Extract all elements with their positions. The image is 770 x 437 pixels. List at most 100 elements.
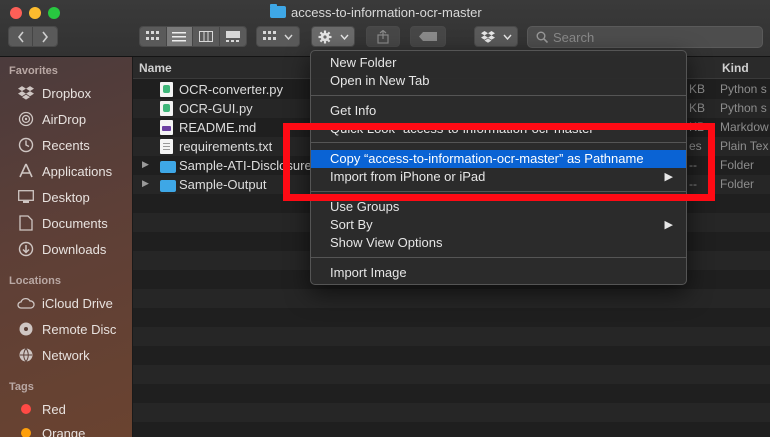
share-button[interactable] [366,26,400,47]
menu-item-label: Sort By [330,217,373,232]
action-button[interactable] [311,26,355,47]
empty-row [133,403,770,422]
list-view-button[interactable] [166,27,193,46]
sidebar-item-label: Red [42,401,66,417]
applications-icon [16,163,36,179]
sidebar-item-tag-red[interactable]: Red [16,399,66,419]
menu-item-open-in-new-tab[interactable]: Open in New Tab [311,72,686,90]
text-file-icon [160,139,173,154]
file-name: OCR-GUI.py [179,101,253,116]
dropbox-icon [16,86,36,100]
kind-column-header[interactable]: Kind [722,61,749,75]
favorites-header: Favorites [9,65,58,77]
folder-icon [270,4,286,18]
sidebar-item-recents[interactable]: Recents [16,135,90,155]
toolbar: access-to-information-ocr-master Search [0,0,770,57]
menu-separator [311,142,686,143]
sidebar-item-airdrop[interactable]: AirDrop [16,109,86,129]
python-file-icon [160,101,173,116]
file-kind: Markdow [720,120,769,134]
chevron-down-icon [339,34,349,40]
file-size: -- [689,177,697,191]
menu-item-import-from-iphone[interactable]: Import from iPhone or iPad ▶ [311,168,686,186]
dropbox-toolbar-button[interactable] [474,26,518,47]
minimize-window-button[interactable] [29,7,41,19]
tag-icon [419,32,437,41]
menu-item-copy-as-pathname[interactable]: Copy “access-to-information-ocr-master” … [311,150,686,168]
menu-item-show-view-options[interactable]: Show View Options [311,234,686,252]
navigation-buttons [8,26,58,47]
submenu-arrow-icon: ▶ [664,171,673,183]
file-name: OCR-converter.py [179,82,284,97]
sidebar-item-label: AirDrop [42,111,87,127]
menu-item-sort-by[interactable]: Sort By ▶ [311,216,686,234]
file-size: KB [689,120,706,134]
sidebar-item-icloud-drive[interactable]: iCloud Drive [16,293,113,313]
chevron-right-icon [42,31,49,42]
dropbox-icon [480,30,495,43]
menu-separator [311,95,686,96]
empty-row [133,289,770,308]
sidebar-item-label: Orange [42,425,86,437]
sidebar-item-label: Applications [42,163,113,179]
sidebar-item-applications[interactable]: Applications [16,161,112,181]
sidebar-item-tag-orange[interactable]: Orange [16,423,85,437]
edit-tags-button[interactable] [410,26,446,47]
gallery-view-button[interactable] [219,27,246,46]
file-name: Sample-ATI-Disclosure [179,158,312,173]
menu-item-import-image[interactable]: Import Image [311,264,686,282]
column-view-button[interactable] [193,27,220,46]
empty-row [133,327,770,346]
file-size: KB [689,101,706,115]
gear-icon [318,30,331,43]
sidebar-item-remote-disc[interactable]: Remote Disc [16,319,116,339]
sidebar-item-documents[interactable]: Documents [16,213,108,233]
sidebar-item-label: Recents [42,137,90,153]
file-kind: Python s [720,82,767,96]
menu-item-new-folder[interactable]: New Folder [311,54,686,72]
sidebar-item-network[interactable]: Network [16,345,90,365]
disclosure-triangle-icon[interactable]: ▶ [142,178,149,189]
python-file-icon [160,82,173,97]
menu-item-label: New Folder [330,55,397,70]
airdrop-icon [16,111,36,127]
sidebar-item-dropbox[interactable]: Dropbox [16,83,91,103]
menu-item-label: Use Groups [330,199,400,214]
chevron-down-icon [284,34,293,40]
share-icon [377,29,389,44]
finder-window: access-to-information-ocr-master Search … [0,0,770,437]
menu-item-quick-look[interactable]: Quick Look “access-to-information-ocr-ma… [311,120,686,138]
red-tag-icon [16,404,36,414]
chevron-down-icon [502,34,512,40]
group-by-button[interactable] [256,26,300,47]
sidebar-item-desktop[interactable]: Desktop [16,187,90,207]
menu-item-use-groups[interactable]: Use Groups [311,198,686,216]
list-icon [172,31,187,41]
back-button[interactable] [9,27,34,46]
sidebar-item-downloads[interactable]: Downloads [16,239,106,259]
menu-item-get-info[interactable]: Get Info [311,102,686,120]
markdown-file-icon [160,120,173,135]
recents-icon [16,137,36,153]
search-field[interactable]: Search [527,26,763,48]
menu-item-label: Import from iPhone or iPad [330,169,486,184]
empty-row [133,365,770,384]
close-window-button[interactable] [10,7,22,19]
zoom-window-button[interactable] [48,7,60,19]
locations-header: Locations [9,275,61,287]
file-name: Sample-Output [179,177,267,192]
menu-item-label: Get Info [330,103,377,118]
disclosure-triangle-icon[interactable]: ▶ [142,159,149,170]
folder-icon [160,180,176,192]
menu-separator [311,191,686,192]
name-column-header[interactable]: Name [139,61,172,75]
desktop-icon [16,190,36,204]
file-kind: Plain Tex [720,139,769,153]
icon-view-button[interactable] [140,27,167,46]
disc-icon [16,321,36,337]
forward-button[interactable] [33,27,57,46]
menu-item-label: Show View Options [330,235,443,250]
file-kind: Folder [720,177,755,191]
file-name: README.md [179,120,257,135]
chevron-left-icon [17,31,24,42]
